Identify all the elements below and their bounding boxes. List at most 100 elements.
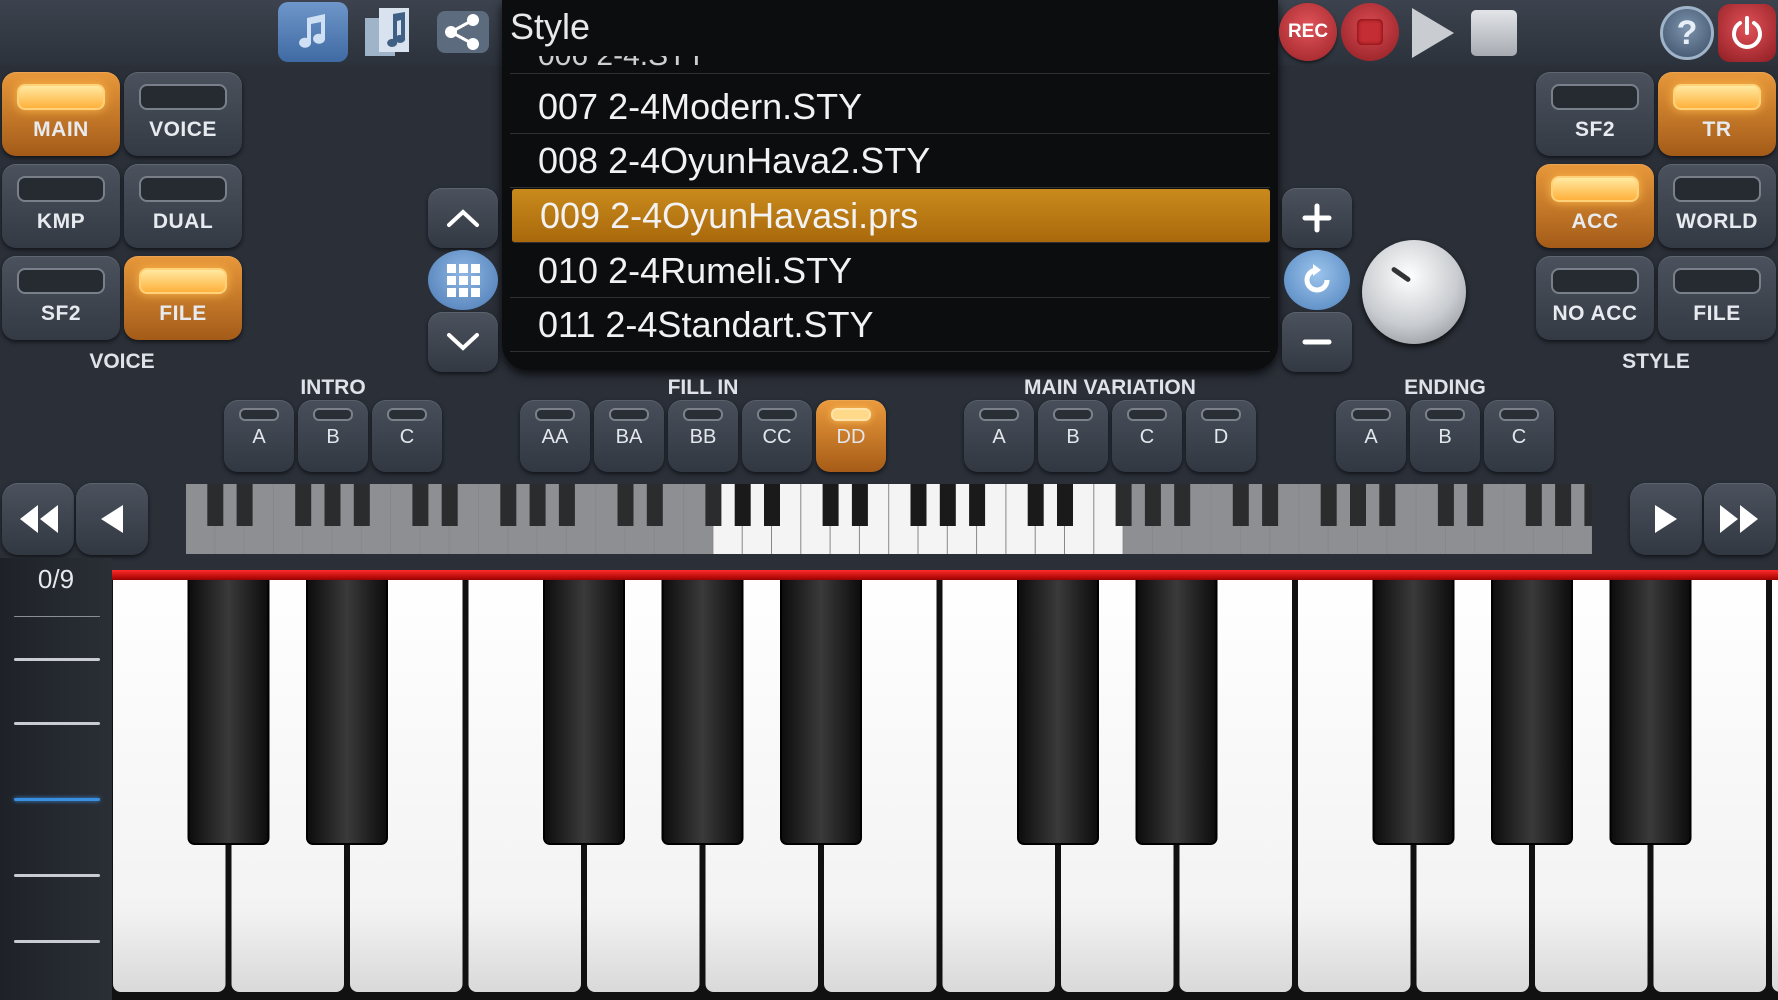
fill-in-dd-button[interactable]: DD	[816, 400, 886, 472]
main-variation-a-button[interactable]: A	[964, 400, 1034, 472]
main-variation-b-button[interactable]: B	[1038, 400, 1108, 472]
led-indicator	[17, 84, 105, 110]
led-indicator	[757, 408, 797, 421]
list-grid-button[interactable]	[428, 250, 498, 310]
mini-black-key	[1027, 484, 1044, 526]
list-up-button[interactable]	[428, 188, 498, 248]
music-notes-icon[interactable]	[354, 2, 424, 62]
list-down-button[interactable]	[428, 312, 498, 372]
ending-c-button[interactable]: C	[1484, 400, 1554, 472]
main-variation-d-button[interactable]: D	[1186, 400, 1256, 472]
power-button[interactable]	[1718, 4, 1776, 62]
voice-file-button[interactable]: FILE	[124, 256, 242, 340]
black-key	[780, 572, 862, 845]
share-icon[interactable]	[428, 2, 498, 62]
main-keyboard[interactable]	[112, 572, 1778, 1000]
music-library-icon[interactable]	[278, 2, 348, 62]
button-label: A	[992, 426, 1006, 448]
fast-forward-button[interactable]	[1704, 483, 1776, 555]
style-file-button[interactable]: FILE	[1658, 256, 1776, 340]
octave-line	[14, 874, 100, 877]
double-chevron-left-icon	[20, 505, 58, 533]
mini-black-key	[646, 484, 663, 526]
voice-sf2-button[interactable]: SF2	[2, 256, 120, 340]
rewind-button[interactable]	[2, 483, 74, 555]
play-icon	[1412, 8, 1454, 58]
led-indicator	[609, 408, 649, 421]
shift-left-button[interactable]	[76, 483, 148, 555]
play-button[interactable]	[1406, 4, 1458, 62]
mini-keyboard-overview[interactable]	[186, 484, 1592, 554]
decrease-button[interactable]	[1282, 312, 1352, 372]
volume-knob[interactable]	[1362, 240, 1466, 344]
button-label: C	[399, 426, 415, 448]
style-list-item-selected[interactable]: 009 2-4OyunHavasi.prs	[512, 189, 1270, 243]
led-indicator	[1551, 176, 1639, 202]
button-label: BA	[615, 426, 643, 448]
led-indicator	[1499, 408, 1539, 421]
intro-b-button[interactable]: B	[298, 400, 368, 472]
refresh-icon	[1304, 264, 1330, 293]
style-world-button[interactable]: WORLD	[1658, 164, 1776, 248]
octave-strip[interactable]: 0/9	[0, 558, 112, 1000]
mini-black-key	[353, 484, 370, 526]
ending-a-button[interactable]: A	[1336, 400, 1406, 472]
record-button[interactable]: REC	[1279, 3, 1337, 61]
record-stop-button[interactable]	[1341, 3, 1399, 61]
stop-square-icon	[1357, 19, 1383, 45]
style-list-item[interactable]: 008 2-4OyunHava2.STY	[510, 134, 1270, 188]
style-list-item[interactable]: 010 2-4Rumeli.STY	[510, 244, 1270, 298]
button-label: DD	[836, 426, 866, 448]
black-key	[187, 572, 270, 845]
mini-black-key	[295, 484, 312, 526]
fill-in-aa-button[interactable]: AA	[520, 400, 590, 472]
style-acc-button[interactable]: ACC	[1536, 164, 1654, 248]
style-list-item[interactable]: 007 2-4Modern.STY	[510, 80, 1270, 134]
button-label: KMP	[36, 210, 86, 233]
style-list-item[interactable]: 011 2-4Standart.STY	[510, 298, 1270, 352]
led-indicator	[387, 408, 427, 421]
voice-kmp-button[interactable]: KMP	[2, 164, 120, 248]
mini-black-key	[1320, 484, 1337, 526]
intro-label: INTRO	[300, 376, 366, 399]
mini-black-key	[441, 484, 458, 526]
style-tr-button[interactable]: TR	[1658, 72, 1776, 156]
increase-button[interactable]	[1282, 188, 1352, 248]
style-list-item-partial[interactable]: 006 2-4.STY	[510, 56, 1270, 74]
button-label: CC	[762, 426, 792, 448]
help-button[interactable]: ?	[1660, 6, 1714, 60]
chevron-right-icon	[1655, 505, 1677, 533]
main-variation-c-button[interactable]: C	[1112, 400, 1182, 472]
led-indicator	[1127, 408, 1167, 421]
black-key	[543, 572, 625, 845]
style-section-label: STYLE	[1622, 350, 1690, 373]
fill-in-bb-button[interactable]: BB	[668, 400, 738, 472]
plus-icon	[1302, 203, 1332, 233]
button-label: C	[1139, 426, 1155, 448]
stop-button[interactable]	[1471, 10, 1517, 56]
shift-right-button[interactable]	[1630, 483, 1702, 555]
fill-in-ba-button[interactable]: BA	[594, 400, 664, 472]
button-label: A	[1364, 426, 1378, 448]
style-sf2-button[interactable]: SF2	[1536, 72, 1654, 156]
mini-black-key	[939, 484, 956, 526]
ending-b-button[interactable]: B	[1410, 400, 1480, 472]
voice-dual-button[interactable]: DUAL	[124, 164, 242, 248]
voice-main-button[interactable]: MAIN	[2, 72, 120, 156]
button-label: BB	[689, 426, 717, 448]
style-no-acc-button[interactable]: NO ACC	[1536, 256, 1654, 340]
octave-indicator: 0/9	[37, 564, 75, 594]
black-key	[1017, 572, 1099, 845]
button-label: DUAL	[152, 210, 214, 233]
intro-c-button[interactable]: C	[372, 400, 442, 472]
fill-in-cc-button[interactable]: CC	[742, 400, 812, 472]
keyboard-top-bar	[112, 570, 1778, 580]
reset-button[interactable]	[1284, 250, 1350, 310]
voice-voice-button[interactable]: VOICE	[124, 72, 242, 156]
black-key	[1135, 572, 1218, 845]
intro-a-button[interactable]: A	[224, 400, 294, 472]
led-indicator	[1425, 408, 1465, 421]
button-label: SF2	[40, 302, 81, 325]
mini-black-key	[1379, 484, 1396, 526]
button-label: SF2	[1574, 118, 1615, 141]
